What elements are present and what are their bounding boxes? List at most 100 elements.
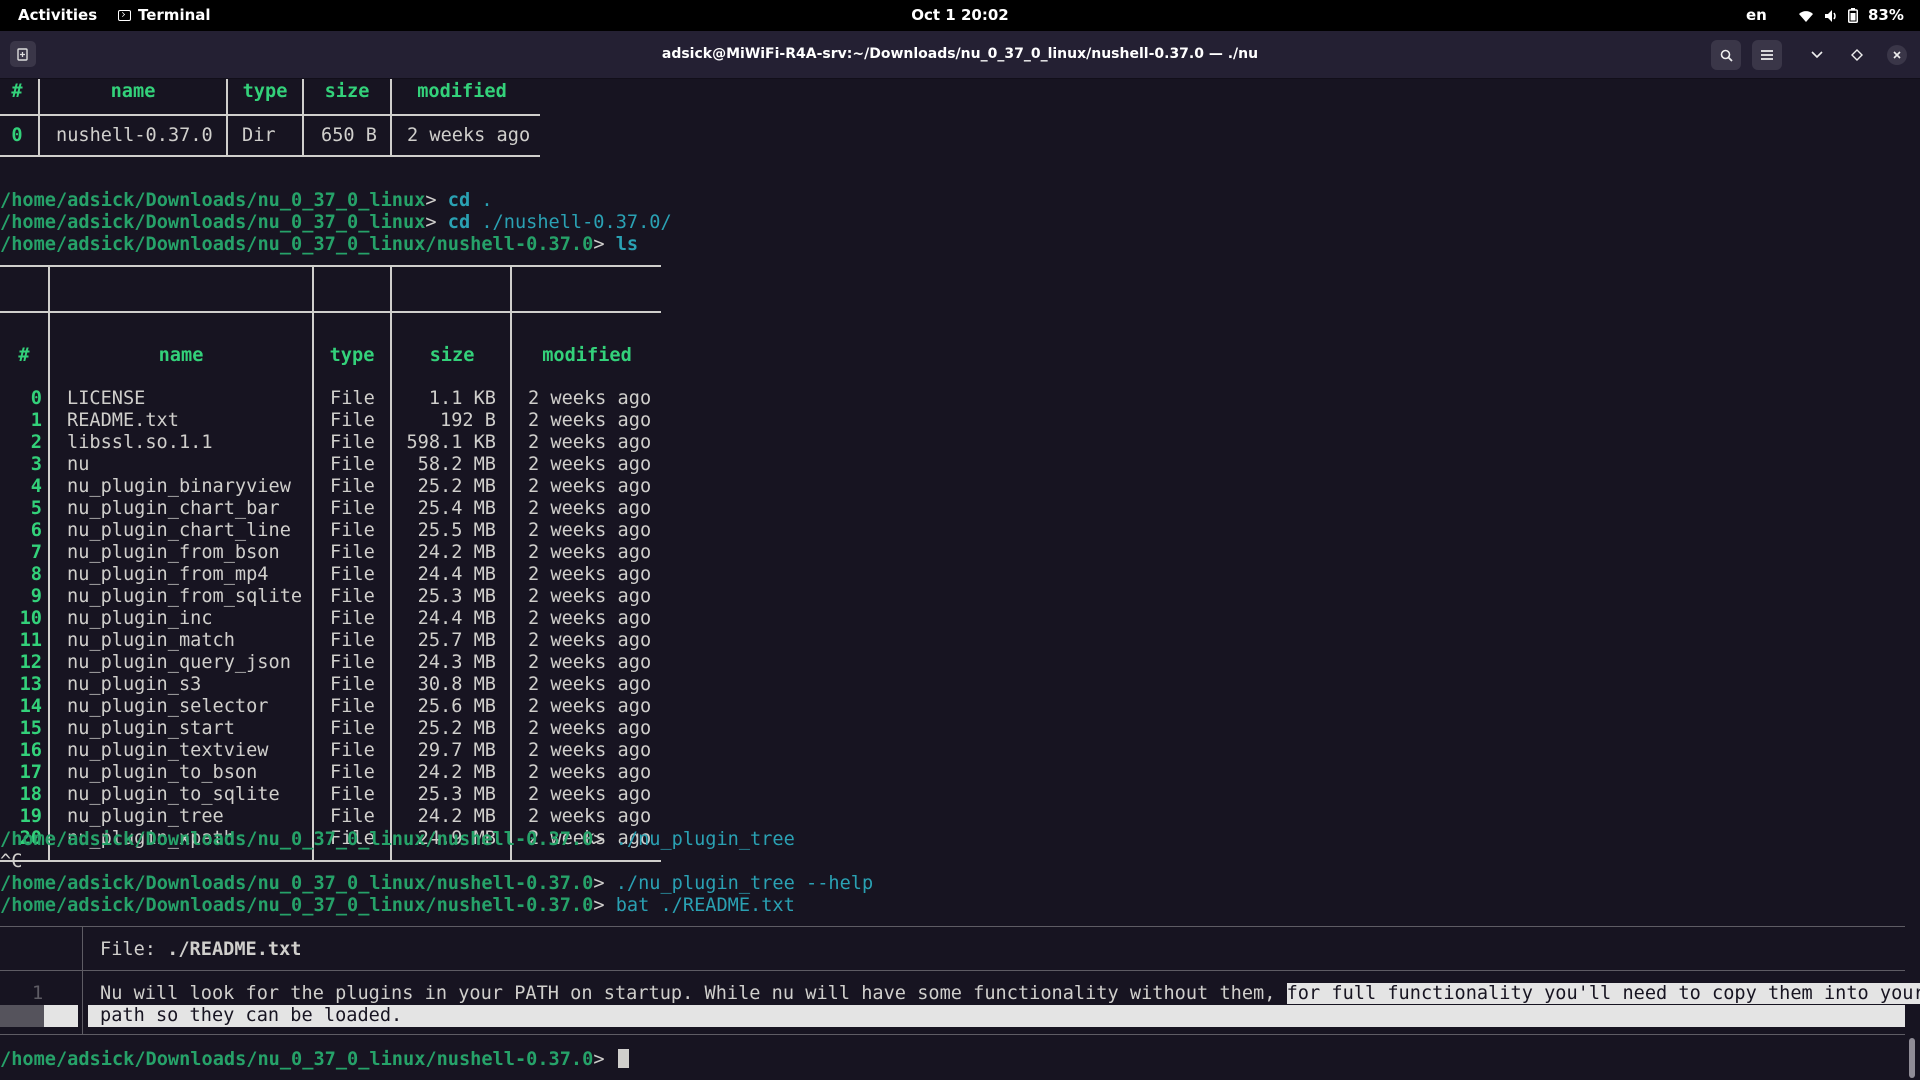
table-header-index: # xyxy=(11,81,23,102)
row-idx: 1 xyxy=(30,410,42,431)
row-modified: 2 weeks ago xyxy=(407,125,531,146)
prompt-path: /home/adsick/Downloads/nu_0_37_0_linux/n… xyxy=(0,829,594,850)
row-modified: 2 weeks ago xyxy=(528,476,652,497)
row-size: 30.8 MB xyxy=(417,674,496,695)
prompt-path: /home/adsick/Downloads/nu_0_37_0_linux xyxy=(0,190,426,211)
minimize-button[interactable] xyxy=(1802,40,1832,70)
bat-line-text: Nu will look for the plugins in your PAT… xyxy=(100,983,1920,1005)
row-idx: 5 xyxy=(30,498,42,519)
row-size: 25.4 MB xyxy=(417,498,496,519)
row-name: nu_plugin_from_sqlite xyxy=(67,586,303,607)
prompt-path: /home/adsick/Downloads/nu_0_37_0_linux/n… xyxy=(0,234,594,255)
prompt-path: /home/adsick/Downloads/nu_0_37_0_linux xyxy=(0,212,426,233)
row-name: nu_plugin_inc xyxy=(67,608,213,629)
table-column-border xyxy=(510,265,512,862)
row-name: nu_plugin_from_bson xyxy=(67,542,280,563)
table-header-size: size xyxy=(324,81,370,102)
system-tray[interactable]: 83% xyxy=(1798,0,1904,31)
row-type: File xyxy=(330,762,375,783)
prompt-path: /home/adsick/Downloads/nu_0_37_0_linux/n… xyxy=(0,873,594,894)
prompt-line: /home/adsick/Downloads/nu_0_37_0_linux/n… xyxy=(0,234,639,255)
row-size: 58.2 MB xyxy=(417,454,496,475)
row-name: nu_plugin_to_sqlite xyxy=(67,784,280,805)
prompt-line: /home/adsick/Downloads/nu_0_37_0_linux/n… xyxy=(0,895,795,916)
table-bottom-border xyxy=(0,155,540,157)
row-modified: 2 weeks ago xyxy=(528,784,652,805)
clock[interactable]: Oct 1 20:02 xyxy=(0,0,1920,31)
row-name: LICENSE xyxy=(67,388,146,409)
row-type: File xyxy=(330,564,375,585)
table-header-modified: modified xyxy=(417,81,507,102)
row-name: nu xyxy=(67,454,90,475)
table-header-size: size xyxy=(429,345,475,366)
row-type: File xyxy=(330,784,375,805)
prompt-command: ls xyxy=(615,234,639,255)
prompt-command: ./nu_plugin_tree xyxy=(615,829,795,850)
row-size: 1.1 KB xyxy=(428,388,496,409)
table-header-index: # xyxy=(18,345,30,366)
row-idx: 3 xyxy=(30,454,42,475)
interrupt-line: ^C xyxy=(0,851,23,872)
hamburger-menu-button[interactable] xyxy=(1752,40,1782,70)
row-size: 24.4 MB xyxy=(417,564,496,585)
row-idx: 12 xyxy=(19,652,42,673)
row-name: nu_plugin_selector xyxy=(67,696,269,717)
row-modified: 2 weeks ago xyxy=(528,762,652,783)
row-modified: 2 weeks ago xyxy=(528,608,652,629)
row-type: File xyxy=(330,454,375,475)
row-modified: 2 weeks ago xyxy=(528,674,652,695)
prompt-line: /home/adsick/Downloads/nu_0_37_0_linux/n… xyxy=(0,829,795,850)
row-type: File xyxy=(330,432,375,453)
prompt-line: /home/adsick/Downloads/nu_0_37_0_linux/n… xyxy=(0,873,874,894)
row-idx: 2 xyxy=(30,432,42,453)
row-name: nu_plugin_textview xyxy=(67,740,269,761)
prompt-path: /home/adsick/Downloads/nu_0_37_0_linux/n… xyxy=(0,1049,594,1070)
row-idx: 14 xyxy=(19,696,42,717)
volume-icon xyxy=(1825,9,1836,22)
text-cursor xyxy=(617,1049,629,1068)
row-size: 29.7 MB xyxy=(417,740,496,761)
row-modified: 2 weeks ago xyxy=(528,586,652,607)
row-idx: 9 xyxy=(30,586,42,607)
table-column-border xyxy=(312,265,314,862)
prompt-path: /home/adsick/Downloads/nu_0_37_0_linux/n… xyxy=(0,895,594,916)
search-button[interactable] xyxy=(1711,40,1741,70)
row-type: File xyxy=(330,498,375,519)
row-size: 25.3 MB xyxy=(417,784,496,805)
row-modified: 2 weeks ago xyxy=(528,410,652,431)
row-size: 25.2 MB xyxy=(417,476,496,497)
row-name: nu_plugin_start xyxy=(67,718,235,739)
bat-file-label: File: xyxy=(100,939,168,960)
table-header-name: name xyxy=(158,345,204,366)
table-column-border xyxy=(390,79,392,156)
prompt-line: /home/adsick/Downloads/nu_0_37_0_linux> … xyxy=(0,190,493,211)
row-modified: 2 weeks ago xyxy=(528,498,652,519)
terminal-output[interactable]: # name type size modified 0 nushell-0.37… xyxy=(0,79,1920,1080)
row-idx: 15 xyxy=(19,718,42,739)
row-name: nu_plugin_s3 xyxy=(67,674,202,695)
row-index: 0 xyxy=(11,125,23,146)
current-prompt[interactable]: /home/adsick/Downloads/nu_0_37_0_linux/n… xyxy=(0,1049,629,1071)
row-name: nu_plugin_match xyxy=(67,630,235,651)
prompt-command: cd xyxy=(447,190,471,211)
row-modified: 2 weeks ago xyxy=(528,520,652,541)
selection-gutter xyxy=(0,1005,44,1027)
row-size: 25.6 MB xyxy=(417,696,496,717)
terminal-scrollbar[interactable] xyxy=(1909,1038,1915,1078)
row-name: nu_plugin_to_bson xyxy=(67,762,258,783)
keyboard-layout-indicator[interactable]: en xyxy=(1746,0,1767,31)
table-column-border xyxy=(48,265,50,862)
row-type: File xyxy=(330,674,375,695)
maximize-button[interactable] xyxy=(1842,40,1872,70)
close-button[interactable] xyxy=(1882,40,1912,70)
bat-top-border xyxy=(0,926,1905,927)
row-size: 25.2 MB xyxy=(417,718,496,739)
prompt-command: bat ./README.txt xyxy=(615,895,795,916)
table-border xyxy=(0,860,661,862)
row-modified: 2 weeks ago xyxy=(528,630,652,651)
row-size: 24.2 MB xyxy=(417,762,496,783)
row-size: 25.5 MB xyxy=(417,520,496,541)
bat-text-selected: for full functionality you'll need to co… xyxy=(1286,983,1920,1004)
row-modified: 2 weeks ago xyxy=(528,696,652,717)
bat-file-header: File: ./README.txt xyxy=(100,939,302,961)
